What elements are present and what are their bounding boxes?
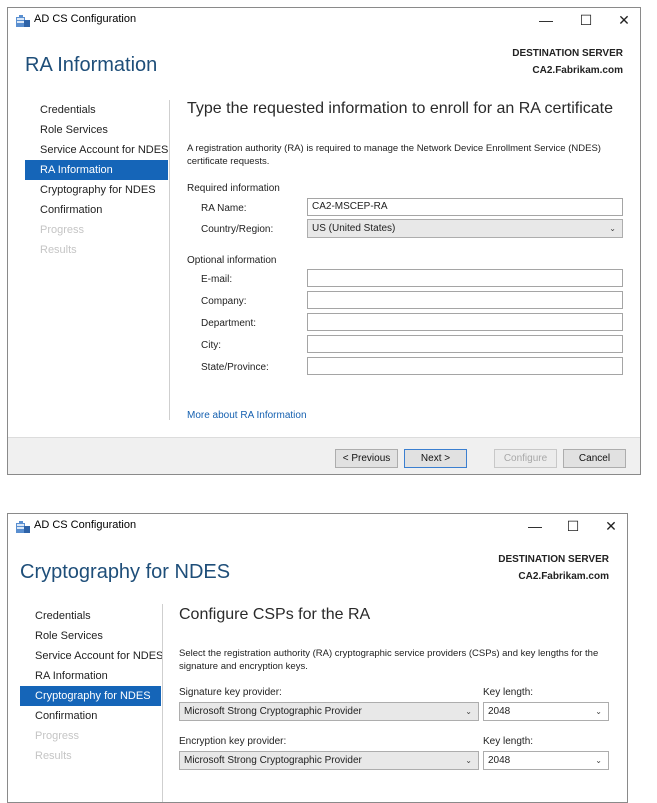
minimize-button[interactable]: — <box>517 514 553 538</box>
chevron-down-icon: ⌄ <box>595 707 602 716</box>
encryption-provider-label: Encryption key provider: <box>179 736 287 747</box>
signature-provider-dropdown[interactable]: Microsoft Strong Cryptographic Provider … <box>179 702 479 721</box>
signature-key-length-dropdown[interactable]: 2048 ⌄ <box>483 702 609 721</box>
wizard-nav: Credentials Role Services Service Accoun… <box>20 606 163 766</box>
signature-key-length-label: Key length: <box>483 687 534 698</box>
department-input[interactable] <box>307 313 623 331</box>
minimize-button[interactable]: — <box>528 8 564 32</box>
window-title: AD CS Configuration <box>34 13 137 25</box>
nav-item-service-account[interactable]: Service Account for NDES <box>20 646 163 666</box>
page-title: Cryptography for NDES <box>20 561 231 583</box>
cancel-button[interactable]: Cancel <box>563 449 626 468</box>
ad-cs-configuration-window-ra-information: AD CS Configuration — ☐ ✕ RA Information… <box>7 7 641 475</box>
configure-button: Configure <box>494 449 557 468</box>
chevron-down-icon: ⌄ <box>465 756 472 765</box>
server-manager-icon <box>16 520 30 533</box>
country-label: Country/Region: <box>201 224 274 235</box>
close-button[interactable]: ✕ <box>606 8 640 32</box>
chevron-down-icon: ⌄ <box>595 756 602 765</box>
title-bar[interactable]: AD CS Configuration — ☐ ✕ <box>8 8 640 32</box>
chevron-down-icon: ⌄ <box>609 224 616 233</box>
destination-server-label: DESTINATION SERVER <box>512 48 623 59</box>
wizard-footer: < Previous Next > Configure Cancel <box>8 437 640 474</box>
signature-key-length-value: 2048 <box>488 706 511 717</box>
server-manager-icon <box>16 14 30 27</box>
encryption-key-length-label: Key length: <box>483 736 534 747</box>
optional-info-heading: Optional information <box>187 255 277 266</box>
nav-item-cryptography[interactable]: Cryptography for NDES <box>25 180 168 200</box>
description-text: A registration authority (RA) is require… <box>187 143 601 167</box>
chevron-down-icon: ⌄ <box>465 707 472 716</box>
ad-cs-configuration-window-cryptography: AD CS Configuration — ☐ ✕ Cryptography f… <box>7 513 628 803</box>
destination-server-name: CA2.Fabrikam.com <box>518 571 609 582</box>
nav-item-credentials[interactable]: Credentials <box>25 100 168 120</box>
content-title: Configure CSPs for the RA <box>179 606 371 623</box>
city-input[interactable] <box>307 335 623 353</box>
nav-item-cryptography[interactable]: Cryptography for NDES <box>20 686 161 706</box>
company-label: Company: <box>201 296 247 307</box>
encryption-key-length-dropdown[interactable]: 2048 ⌄ <box>483 751 609 770</box>
nav-item-confirmation[interactable]: Confirmation <box>20 706 161 726</box>
wizard-nav: Credentials Role Services Service Accoun… <box>25 100 168 260</box>
department-label: Department: <box>201 318 257 329</box>
nav-item-results: Results <box>40 244 77 256</box>
nav-divider <box>162 604 163 802</box>
content-title: Type the requested information to enroll… <box>187 100 614 117</box>
window-title: AD CS Configuration <box>34 519 137 531</box>
email-label: E-mail: <box>201 274 233 285</box>
description-text: Select the registration authority (RA) c… <box>179 648 599 672</box>
destination-server-name: CA2.Fabrikam.com <box>532 65 623 76</box>
more-about-ra-link[interactable]: More about RA Information <box>187 410 307 421</box>
page-title: RA Information <box>25 54 158 76</box>
close-button[interactable]: ✕ <box>593 514 627 538</box>
required-info-heading: Required information <box>187 183 280 194</box>
email-input[interactable] <box>307 269 623 287</box>
state-province-label: State/Province: <box>201 362 269 373</box>
encryption-provider-value: Microsoft Strong Cryptographic Provider <box>184 755 362 766</box>
nav-item-confirmation[interactable]: Confirmation <box>25 200 168 220</box>
nav-item-progress: Progress <box>35 730 80 742</box>
maximize-button[interactable]: ☐ <box>555 514 591 538</box>
encryption-provider-dropdown[interactable]: Microsoft Strong Cryptographic Provider … <box>179 751 479 770</box>
signature-provider-label: Signature key provider: <box>179 687 282 698</box>
state-province-input[interactable] <box>307 357 623 375</box>
nav-divider <box>169 100 170 420</box>
ra-name-label: RA Name: <box>201 203 247 214</box>
destination-server-label: DESTINATION SERVER <box>498 554 609 565</box>
city-label: City: <box>201 340 221 351</box>
nav-item-ra-information[interactable]: RA Information <box>25 160 168 180</box>
nav-item-results: Results <box>35 750 72 762</box>
nav-item-role-services[interactable]: Role Services <box>25 120 168 140</box>
title-bar[interactable]: AD CS Configuration — ☐ ✕ <box>8 514 627 538</box>
company-input[interactable] <box>307 291 623 309</box>
encryption-key-length-value: 2048 <box>488 755 511 766</box>
ra-name-input[interactable]: CA2-MSCEP-RA <box>307 198 623 216</box>
country-dropdown[interactable]: US (United States) ⌄ <box>307 219 623 238</box>
previous-button[interactable]: < Previous <box>335 449 398 468</box>
next-button[interactable]: Next > <box>404 449 467 468</box>
nav-item-role-services[interactable]: Role Services <box>20 626 161 646</box>
nav-item-credentials[interactable]: Credentials <box>20 606 161 626</box>
country-selected-value: US (United States) <box>312 223 396 234</box>
maximize-button[interactable]: ☐ <box>568 8 604 32</box>
nav-item-progress: Progress <box>40 224 85 236</box>
nav-item-ra-information[interactable]: RA Information <box>20 666 161 686</box>
signature-provider-value: Microsoft Strong Cryptographic Provider <box>184 706 362 717</box>
nav-item-service-account[interactable]: Service Account for NDES <box>25 140 168 160</box>
